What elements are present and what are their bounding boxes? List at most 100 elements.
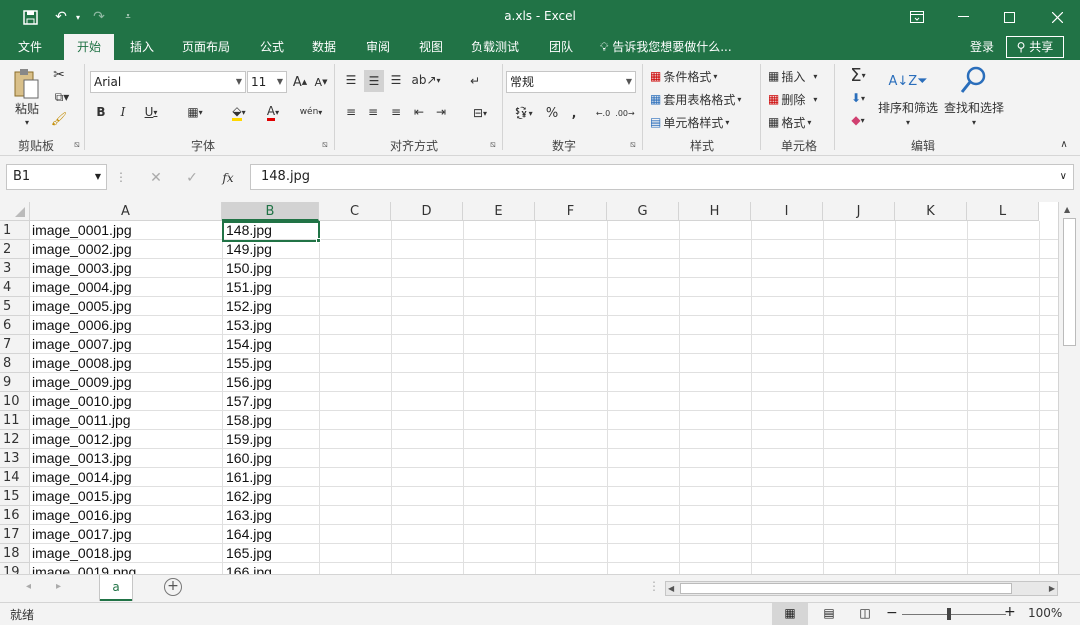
clipboard-launcher-icon[interactable]: ⧅: [74, 140, 80, 150]
paste-dropdown-icon[interactable]: ▾: [20, 116, 34, 128]
row-header[interactable]: 1: [0, 221, 30, 240]
orientation-icon[interactable]: ab↗ ▾: [411, 70, 440, 90]
tab-view[interactable]: 视图: [410, 34, 452, 60]
fill-handle[interactable]: [316, 238, 321, 243]
column-header-i[interactable]: I: [751, 202, 823, 221]
format-as-table-button[interactable]: ▦ 套用表格格式 ▾: [650, 89, 754, 109]
cell-a[interactable]: image_0001.jpg: [30, 221, 222, 240]
zoom-slider[interactable]: [902, 614, 1006, 615]
align-left-icon[interactable]: ≡: [342, 102, 360, 122]
format-painter-icon[interactable]: 🖌︎: [50, 110, 68, 128]
font-size-combo[interactable]: 11 ▼: [247, 71, 287, 93]
find-select-icon[interactable]: [956, 64, 990, 98]
undo-dropdown-icon[interactable]: ▾: [72, 6, 84, 28]
horizontal-scroll-thumb[interactable]: [680, 583, 1012, 594]
select-all-corner[interactable]: [0, 202, 30, 221]
collapse-ribbon-icon[interactable]: ∧: [1056, 136, 1072, 152]
cell-a[interactable]: image_0015.jpg: [30, 487, 222, 506]
tab-team[interactable]: 团队: [540, 34, 582, 60]
more-options-icon[interactable]: ⋮: [115, 169, 127, 185]
font-launcher-icon[interactable]: ⧅: [322, 140, 328, 150]
column-header-f[interactable]: F: [535, 202, 607, 221]
tab-data[interactable]: 数据: [304, 34, 344, 60]
zoom-slider-thumb[interactable]: [947, 608, 951, 620]
undo-icon[interactable]: ↶: [50, 6, 72, 28]
formula-input[interactable]: 148.jpg ∨: [250, 164, 1074, 190]
tab-page-layout[interactable]: 页面布局: [172, 34, 240, 60]
find-select-dropdown-icon[interactable]: ▾: [968, 116, 980, 128]
vertical-scrollbar[interactable]: ▲: [1058, 202, 1080, 574]
cell-a[interactable]: image_0018.jpg: [30, 544, 222, 563]
row-header[interactable]: 6: [0, 316, 30, 335]
tab-formulas[interactable]: 公式: [252, 34, 292, 60]
cell-b[interactable]: 160.jpg: [224, 449, 319, 468]
top-align-icon[interactable]: ☰: [342, 70, 360, 90]
cell-b[interactable]: 151.jpg: [224, 278, 319, 297]
row-header[interactable]: 13: [0, 449, 30, 468]
zoom-level[interactable]: 100%: [1028, 606, 1062, 620]
format-cells-button[interactable]: ▦ 格式 ▾: [768, 112, 826, 132]
column-header-e[interactable]: E: [463, 202, 535, 221]
row-header[interactable]: 8: [0, 354, 30, 373]
increase-indent-icon[interactable]: ⇥: [432, 102, 450, 122]
previous-sheet-icon[interactable]: ◂: [26, 581, 31, 592]
column-header-l[interactable]: L: [967, 202, 1039, 221]
delete-cells-button[interactable]: ▦ 删除 ▾: [768, 89, 830, 109]
sort-filter-icon[interactable]: A↓Z⏷: [888, 64, 927, 98]
wrap-text-icon[interactable]: ↵: [464, 70, 486, 92]
conditional-formatting-button[interactable]: ▦ 条件格式 ▾: [650, 66, 734, 86]
cell-b[interactable]: 149.jpg: [224, 240, 319, 259]
row-header[interactable]: 14: [0, 468, 30, 487]
fill-icon[interactable]: ⬇ ▾: [842, 88, 874, 108]
cell-a[interactable]: image_0006.jpg: [30, 316, 222, 335]
maximize-button[interactable]: [986, 0, 1032, 34]
cell-a[interactable]: image_0010.jpg: [30, 392, 222, 411]
cell-a[interactable]: image_0002.jpg: [30, 240, 222, 259]
cell-a[interactable]: image_0017.jpg: [30, 525, 222, 544]
row-header[interactable]: 4: [0, 278, 30, 297]
tell-me-box[interactable]: 💡︎ 告诉我您想要做什么...: [600, 34, 732, 60]
cell-a[interactable]: image_0007.jpg: [30, 335, 222, 354]
tab-home[interactable]: 开始: [64, 34, 114, 60]
cell-a[interactable]: image_0019.png: [30, 563, 222, 574]
customize-quick-access-icon[interactable]: ⩡: [122, 6, 134, 28]
minimize-button[interactable]: [940, 0, 986, 34]
row-header[interactable]: 15: [0, 487, 30, 506]
cell-a[interactable]: image_0013.jpg: [30, 449, 222, 468]
horizontal-scrollbar[interactable]: ◀ ▶: [665, 581, 1058, 596]
align-right-icon[interactable]: ≡: [387, 102, 405, 122]
column-header-c[interactable]: C: [319, 202, 391, 221]
decrease-font-size-icon[interactable]: A ▼: [313, 73, 329, 91]
cancel-entry-icon[interactable]: ✕: [144, 168, 168, 188]
vertical-scroll-thumb[interactable]: [1063, 218, 1076, 346]
decrease-indent-icon[interactable]: ⇤: [410, 102, 428, 122]
alignment-launcher-icon[interactable]: ⧅: [490, 140, 496, 150]
save-icon[interactable]: [18, 6, 42, 28]
page-break-view-icon[interactable]: ◫: [854, 603, 876, 625]
redo-icon[interactable]: ↷: [88, 6, 110, 28]
cell-a[interactable]: image_0008.jpg: [30, 354, 222, 373]
cut-icon[interactable]: ✂: [50, 66, 68, 84]
sign-in-link[interactable]: 登录: [970, 34, 994, 60]
column-header-a[interactable]: A: [30, 202, 222, 221]
cell-b[interactable]: 164.jpg: [224, 525, 319, 544]
next-sheet-icon[interactable]: ▸: [56, 581, 61, 592]
row-header[interactable]: 5: [0, 297, 30, 316]
borders-icon[interactable]: ▦ ▾: [180, 103, 210, 121]
row-header[interactable]: 19: [0, 563, 30, 574]
normal-view-icon[interactable]: ▦: [772, 603, 808, 625]
insert-function-icon[interactable]: fx: [216, 168, 240, 188]
italic-icon[interactable]: I: [115, 103, 131, 121]
row-header[interactable]: 18: [0, 544, 30, 563]
name-box[interactable]: B1 ▼: [6, 164, 107, 190]
tab-split-handle[interactable]: ⋮: [648, 579, 660, 593]
confirm-entry-icon[interactable]: ✓: [180, 168, 204, 188]
paste-button-label[interactable]: 粘贴: [10, 100, 44, 116]
column-header-h[interactable]: H: [679, 202, 751, 221]
comma-style-icon[interactable]: ,: [566, 102, 582, 124]
cell-b[interactable]: 166.jpg: [224, 563, 319, 574]
cell-b[interactable]: 152.jpg: [224, 297, 319, 316]
row-header[interactable]: 12: [0, 430, 30, 449]
close-button[interactable]: [1034, 0, 1080, 34]
accounting-format-icon[interactable]: 💱︎ ▾: [508, 102, 538, 124]
